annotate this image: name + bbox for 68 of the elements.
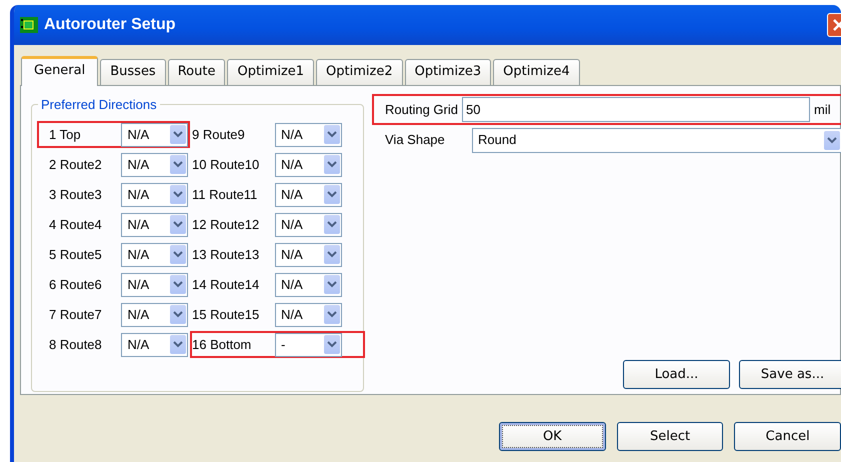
layer-label: 5 Route5 — [49, 246, 103, 264]
dropdown[interactable]: N/A — [121, 242, 188, 266]
tab[interactable]: Optimize4 — [493, 59, 580, 85]
layer-label: 8 Route8 — [49, 336, 103, 354]
button[interactable]: Select — [616, 422, 724, 451]
dropdown[interactable]: N/A — [121, 182, 188, 206]
chevron-down-icon — [324, 305, 340, 324]
chevron-down-icon — [324, 185, 340, 204]
chevron-down-icon — [324, 245, 340, 264]
dropdown[interactable]: N/A — [275, 242, 342, 266]
input-field[interactable]: 50 — [462, 97, 810, 122]
tab[interactable]: Optimize1 — [227, 59, 314, 85]
dropdown[interactable]: N/A — [121, 332, 188, 356]
chevron-down-icon — [324, 155, 340, 174]
dropdown[interactable]: N/A — [121, 212, 188, 236]
field-label: Routing Grid — [385, 100, 458, 119]
layer-label: 7 Route7 — [49, 306, 103, 324]
chevron-down-icon — [170, 275, 186, 294]
dropdown[interactable]: N/A — [275, 152, 342, 176]
dropdown[interactable]: - — [275, 332, 342, 356]
layer-label: 2 Route2 — [49, 156, 103, 174]
tab[interactable]: General — [21, 56, 98, 86]
button[interactable]: Load... — [623, 360, 730, 389]
dropdown[interactable]: N/A — [275, 272, 342, 296]
layer-label: 12 Route12 — [192, 216, 260, 234]
dropdown[interactable]: Round — [472, 128, 841, 152]
chevron-down-icon — [170, 215, 186, 234]
dropdown[interactable]: N/A — [121, 272, 188, 296]
chevron-down-icon — [170, 155, 186, 174]
chevron-down-icon — [324, 275, 340, 294]
layer-label: 16 Bottom — [192, 336, 252, 354]
tab[interactable]: Optimize2 — [316, 59, 403, 85]
layer-label: 3 Route3 — [49, 186, 103, 204]
field-label: Via Shape — [385, 131, 446, 150]
dropdown[interactable]: N/A — [121, 152, 188, 176]
layer-label: 13 Route13 — [192, 246, 260, 264]
layer-label: 4 Route4 — [49, 216, 103, 234]
dropdown[interactable]: N/A — [121, 302, 188, 326]
tab[interactable]: Optimize3 — [404, 59, 492, 85]
chevron-down-icon — [170, 335, 186, 354]
tab[interactable]: Route — [168, 59, 226, 85]
layer-label: 9 Route9 — [192, 126, 246, 144]
layer-label: 6 Route6 — [49, 276, 103, 294]
chevron-down-icon — [170, 125, 186, 144]
dropdown[interactable]: N/A — [275, 182, 342, 206]
dropdown[interactable]: N/A — [275, 122, 342, 146]
app-icon — [20, 17, 38, 33]
window-title: Autorouter Setup — [44, 15, 176, 35]
button[interactable]: Save as... — [739, 360, 841, 389]
chevron-down-icon — [170, 185, 186, 204]
tab[interactable]: Busses — [100, 59, 166, 85]
button[interactable]: Cancel — [734, 422, 841, 451]
dropdown[interactable]: N/A — [121, 122, 188, 146]
chevron-down-icon — [824, 130, 840, 150]
layer-label: 15 Route15 — [192, 306, 260, 324]
layer-label: 10 Route10 — [192, 156, 260, 174]
unit-label: mil — [814, 100, 831, 119]
chevron-down-icon — [170, 245, 186, 264]
chevron-down-icon — [324, 335, 340, 354]
dropdown[interactable]: N/A — [275, 302, 342, 326]
layer-label: 1 Top — [49, 126, 82, 144]
layer-label: 14 Route14 — [192, 276, 260, 294]
button[interactable]: OK — [499, 422, 606, 451]
chevron-down-icon — [324, 215, 340, 234]
chevron-down-icon — [324, 125, 340, 144]
layer-label: 11 Route11 — [192, 186, 258, 204]
chevron-down-icon — [170, 305, 186, 324]
dropdown[interactable]: N/A — [275, 212, 342, 236]
